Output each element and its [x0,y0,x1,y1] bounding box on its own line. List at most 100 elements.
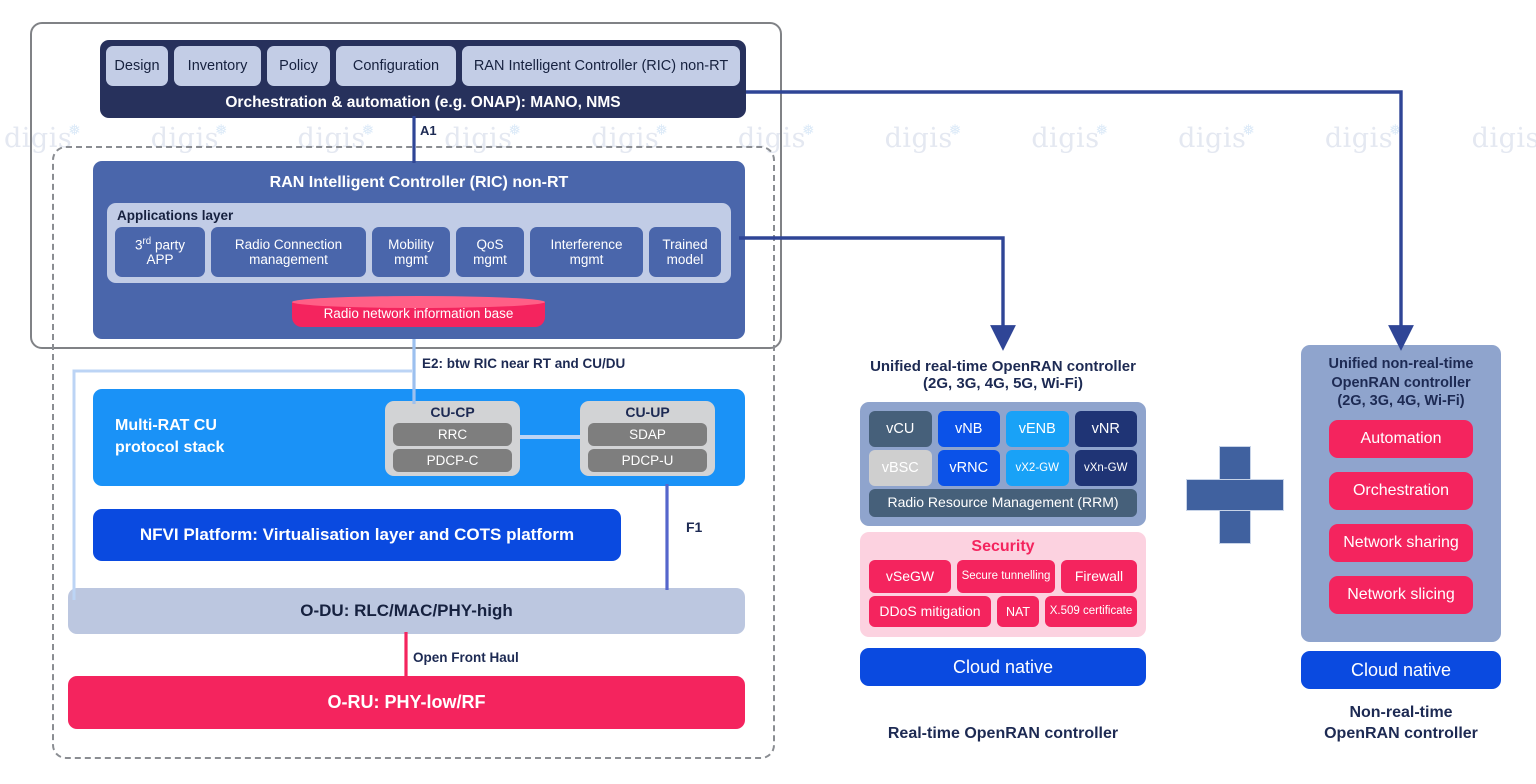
right-panel-title-l3: (2G, 3G, 4G, Wi-Fi) [1337,393,1465,410]
vfunc-vcu[interactable]: vCU [869,411,932,447]
watermark-item: digis❅ [1472,121,1536,154]
security-x509-certificate[interactable]: X.509 certificate [1045,596,1137,627]
cu-cp-rrc[interactable]: RRC [393,423,512,446]
vfunc-vxn-gw[interactable]: vXn-GW [1074,450,1137,486]
ric-non-rt-block: RAN Intelligent Controller (RIC) non-RT … [93,161,745,339]
cu-stack-label: Multi-RAT CU protocol stack [115,415,224,458]
applications-layer-label: Applications layer [117,208,234,223]
app-rcm-l1: Radio Connection [234,236,343,252]
plus-icon [1186,446,1284,544]
applications-layer: Applications layer 3rd party APP Radio C… [107,203,731,283]
cu-up-pdcp-u[interactable]: PDCP-U [588,449,707,472]
watermark-tick-icon: ❅ [1389,120,1403,139]
right-item-orchestration[interactable]: Orchestration [1329,472,1473,510]
right-panel-caption-l1: Non-real-time [1349,704,1453,722]
rnib-database: Radio network information base [292,296,545,327]
interface-label-a1: A1 [420,123,437,138]
app-interference-l2: mgmt [569,252,604,267]
vfunc-vx2-gw[interactable]: vX2-GW [1006,450,1069,486]
interface-label-open-front-haul: Open Front Haul [413,650,519,665]
chip-policy[interactable]: Policy [267,46,330,86]
right-panel-caption: Non-real-time OpenRAN controller [1301,700,1501,748]
cu-cp-pdcp-c[interactable]: PDCP-C [393,449,512,472]
rrm-block[interactable]: Radio Resource Management (RRM) [869,489,1137,517]
security-title: Security [971,538,1035,556]
vfunc-vbsc[interactable]: vBSC [869,450,932,486]
nfvi-platform: NFVI Platform: Virtualisation layer and … [93,509,621,561]
app-rcm-l2: management [249,252,328,267]
watermark-tick-icon: ❅ [948,120,962,139]
multi-rat-cu-stack: Multi-RAT CU protocol stack CU-CP RRC PD… [93,389,745,486]
ric-title: RAN Intelligent Controller (RIC) non-RT [269,174,569,192]
chip-inventory[interactable]: Inventory [174,46,261,86]
cu-stack-label-l1: Multi-RAT CU [115,417,217,434]
app-third-party[interactable]: 3rd party APP [115,227,205,277]
vfunc-vrnc[interactable]: vRNC [937,450,1000,486]
virtual-functions-container: vCU vNB vENB vNR vBSC vRNC vX2-GW vXn-GW… [860,402,1146,526]
interface-label-f1: F1 [686,519,703,535]
watermark-item: digis❅ [1178,120,1256,154]
app-radio-connection-mgmt[interactable]: Radio Connection management [211,227,366,277]
right-item-network-slicing[interactable]: Network slicing [1329,576,1473,614]
watermark-item: digis❅ [1031,120,1109,154]
middle-panel-title-l1: Unified real-time OpenRAN controller [870,358,1136,376]
plus-horizontal-bar [1186,479,1284,511]
right-panel-title-l2: OpenRAN controller [1331,374,1471,391]
cu-up-title: CU-UP [625,404,670,421]
middle-panel-caption: Real-time OpenRAN controller [887,725,1119,743]
orchestration-chip-row: Design Inventory Policy Configuration RA… [106,46,740,86]
app-third-party-l1: 3rd party [135,235,185,253]
security-ddos-mitigation[interactable]: DDoS mitigation [869,596,991,627]
vfunc-row-1: vCU vNB vENB vNR [869,411,1137,447]
watermark-item: digis❅ [1324,120,1403,154]
security-secure-tunnelling[interactable]: Secure tunnelling [957,560,1055,593]
interface-label-e2: E2: btw RIC near RT and CU/DU [422,356,626,371]
real-time-controller-panel: Unified real-time OpenRAN controller (2G… [842,345,1164,714]
non-real-time-controller-panel: Unified non-real-time OpenRAN controller… [1301,345,1501,642]
right-panel-title: Unified non-real-time OpenRAN controller… [1309,354,1493,412]
right-item-network-sharing[interactable]: Network sharing [1329,524,1473,562]
app-interference-mgmt[interactable]: Interference mgmt [530,227,643,277]
app-third-party-l2: APP [146,252,174,268]
middle-panel-title-l2: (2G, 3G, 4G, 5G, Wi-Fi) [923,375,1083,392]
chip-configuration[interactable]: Configuration [336,46,456,86]
o-du-block: O-DU: RLC/MAC/PHY-high [68,588,745,634]
app-mobility-l1: Mobility [388,236,434,252]
right-panel-title-l1: Unified non-real-time [1328,356,1474,373]
rnib-label: Radio network information base [323,306,514,322]
o-ru-block: O-RU: PHY-low/RF [68,676,745,729]
cucp-cuup-connector [520,435,580,439]
app-qos-mgmt[interactable]: QoS mgmt [456,227,524,277]
watermark-tick-icon: ❅ [1242,120,1256,139]
orchestration-bar-label: Orchestration & automation (e.g. ONAP): … [225,94,621,112]
vfunc-venb[interactable]: vENB [1006,411,1069,447]
cu-stack-label-l2: protocol stack [115,438,225,456]
security-vsegw[interactable]: vSeGW [869,560,951,593]
right-item-automation[interactable]: Automation [1329,420,1473,458]
security-container: Security vSeGW Secure tunnelling Firewal… [860,532,1146,637]
link-ric-chip-to-right-panel [746,90,1414,351]
diagram-canvas: digis ❅ digis ❅ digis ❅ digis ❅ digis ❅ digis ❅ digi… [0,0,1536,784]
cu-up-box: CU-UP SDAP PDCP-U [580,401,715,476]
middle-panel-title: Unified real-time OpenRAN controller (2G… [852,355,1154,397]
middle-cloud-native: Cloud native [860,648,1146,686]
orchestration-block: Design Inventory Policy Configuration RA… [100,40,746,118]
right-cloud-native: Cloud native [1301,651,1501,689]
app-trained-model[interactable]: Trained model [649,227,721,277]
watermark-tick-icon: ❅ [1095,120,1109,139]
app-trained-l1: Trained [662,236,708,252]
security-firewall[interactable]: Firewall [1061,560,1137,593]
app-interference-l1: Interference [550,236,623,252]
chip-ric-non-rt[interactable]: RAN Intelligent Controller (RIC) non-RT [462,46,740,86]
cu-up-sdap[interactable]: SDAP [588,423,707,446]
vfunc-vnr[interactable]: vNR [1074,411,1137,447]
chip-design[interactable]: Design [106,46,168,86]
security-row-1: vSeGW Secure tunnelling Firewall [869,560,1137,593]
cu-cp-title: CU-CP [430,404,475,421]
app-mobility-mgmt[interactable]: Mobility mgmt [372,227,450,277]
cu-cp-box: CU-CP RRC PDCP-C [385,401,520,476]
app-qos-l1: QoS [476,236,504,252]
vfunc-vnb[interactable]: vNB [937,411,1000,447]
security-nat[interactable]: NAT [997,596,1039,627]
applications-chip-row: 3rd party APP Radio Connection managemen… [115,227,723,277]
